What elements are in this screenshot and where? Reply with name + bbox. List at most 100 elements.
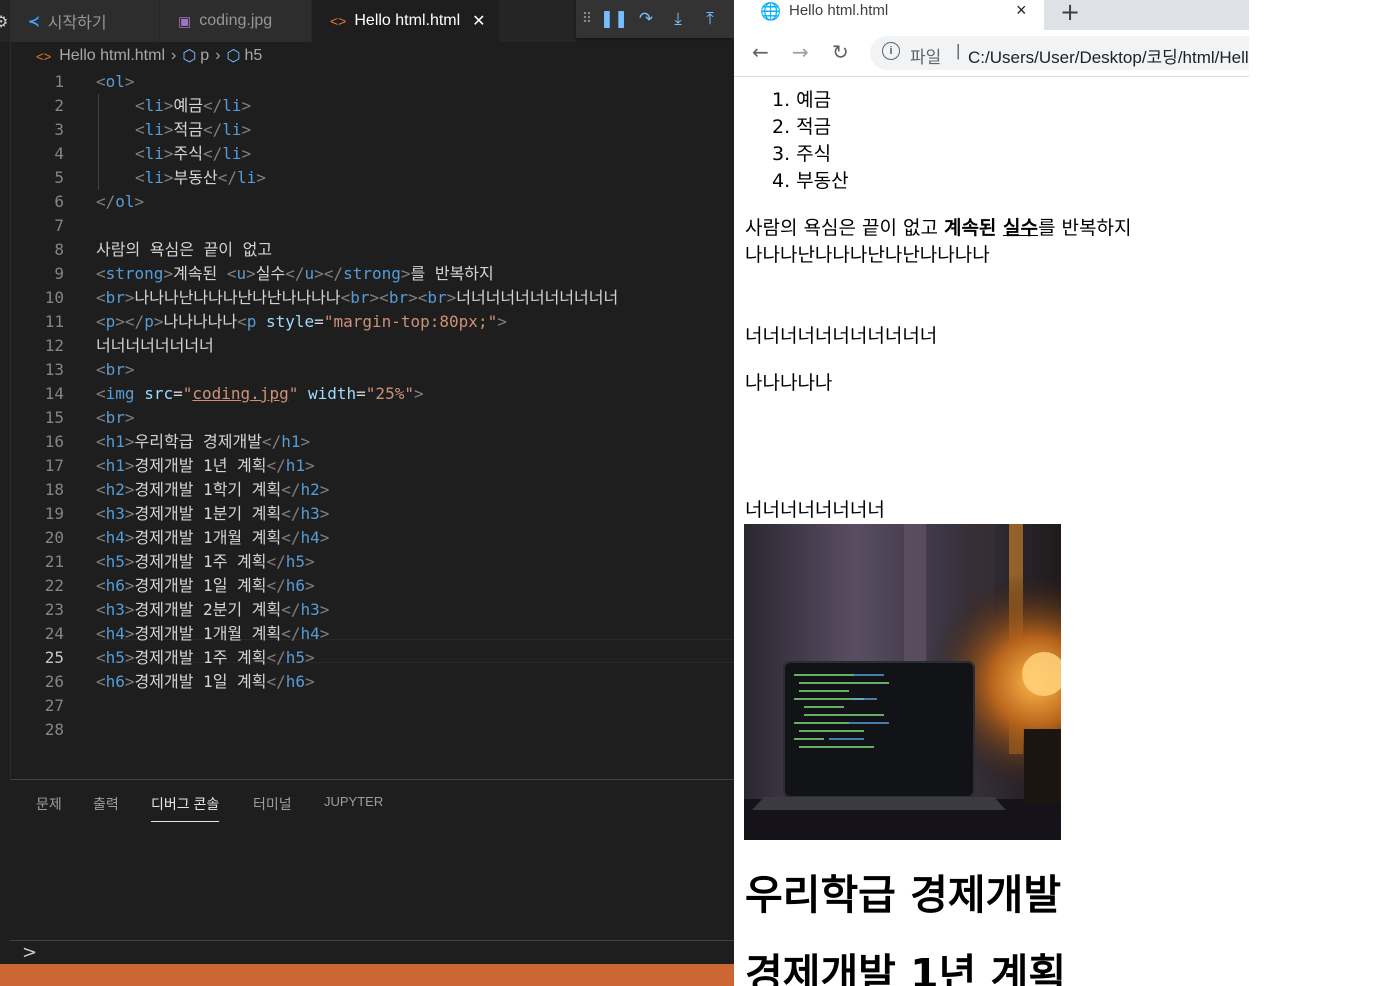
browser-tab-strip: 🌐 Hello html.html × + — [734, 0, 1249, 30]
code-line[interactable]: <h3>경제개발 1분기 계획</h3> — [96, 502, 329, 526]
browser-tab[interactable]: 🌐 Hello html.html × — [734, 0, 1044, 30]
breadcrumb-item[interactable]: p — [200, 47, 209, 65]
debug-toolbar: ⠿ ❚❚ ↷ ⤓ ⤒ — [576, 0, 734, 38]
tab-label: Hello html.html — [354, 12, 461, 29]
line-number: 5 — [54, 168, 64, 187]
code-line[interactable]: 너너너너너너너너 — [96, 334, 214, 358]
laptop-photo-illustration — [744, 524, 1061, 840]
panel-tab-jupyter[interactable]: JUPYTER — [324, 794, 383, 809]
line-number: 8 — [54, 240, 64, 259]
text-line: 나나나나나 — [745, 372, 833, 394]
heading-1: 경제개발 1년 계획 — [745, 950, 1067, 986]
text-line: 나나나난나나나난나난나나나나 — [745, 244, 990, 266]
vscode-window: ⚙ ≺ 시작하기 ▣ coding.jpg <> Hello html.html… — [0, 0, 734, 986]
code-line[interactable]: <h1>우리학급 경제개발</h1> — [96, 430, 310, 454]
code-line[interactable]: <h1>경제개발 1년 계획</h1> — [96, 454, 315, 478]
breadcrumb: <> Hello html.html › ⬡ p › ⬡ h5 — [0, 42, 734, 70]
prompt-chevron-icon: > — [22, 942, 38, 963]
line-number: 14 — [44, 384, 64, 403]
tab-welcome[interactable]: ≺ 시작하기 — [10, 0, 160, 42]
html-file-icon: <> — [330, 13, 347, 29]
browser-toolbar: ← → ↻ i 파일 | C:/Users/User/Desktop/코딩/ht… — [734, 30, 1249, 77]
line-number: 27 — [44, 696, 64, 715]
url-text[interactable]: C:/Users/User/Desktop/코딩/html/Hello html… — [968, 43, 1249, 68]
sentence-paragraph: 사람의 욕심은 끝이 없고 계속된 실수를 반복하지 — [745, 217, 1132, 239]
code-line[interactable]: 사람의 욕심은 끝이 없고 — [96, 238, 272, 262]
code-line[interactable]: <p></p>나나나나나<p style="margin-top:80px;"> — [96, 310, 507, 334]
line-number: 21 — [44, 552, 64, 571]
new-tab-icon[interactable]: + — [1060, 0, 1080, 26]
code-line[interactable]: <strong>계속된 <u>실수</u></strong>를 반복하지 — [96, 262, 494, 286]
code-line[interactable]: <br> — [96, 358, 135, 382]
image-file-icon: ▣ — [178, 12, 192, 29]
breadcrumb-file[interactable]: Hello html.html — [59, 47, 165, 65]
line-number: 16 — [44, 432, 64, 451]
line-number: 7 — [54, 216, 64, 235]
code-line[interactable]: <h3>경제개발 2분기 계획</h3> — [96, 598, 329, 622]
list-item: 4. 부동산 — [772, 170, 849, 192]
code-line[interactable]: <ol> — [96, 70, 135, 94]
step-into-icon[interactable]: ⤓ — [662, 9, 694, 29]
code-line[interactable]: <h5>경제개발 1주 계획</h5> — [96, 550, 315, 574]
tab-coding-jpg[interactable]: ▣ coding.jpg — [160, 0, 312, 42]
panel-tab-output[interactable]: 출력 — [93, 794, 119, 814]
code-line[interactable]: <h4>경제개발 1개월 계획</h4> — [96, 526, 329, 550]
code-line[interactable]: <br>나나나난나나나난나난나나나나<br><br><br>너너너너너너너너너너… — [96, 286, 618, 310]
list-item: 1. 예금 — [772, 89, 832, 111]
tab-label: 시작하기 — [47, 15, 107, 32]
debug-console-input[interactable]: > — [10, 940, 734, 965]
panel-tab-problems[interactable]: 문제 — [36, 794, 62, 814]
code-line[interactable]: <h6>경제개발 1일 계획</h6> — [96, 670, 315, 694]
code-line[interactable]: <img src="coding.jpg" width="25%"> — [96, 382, 424, 406]
globe-icon: 🌐 — [760, 2, 782, 21]
chevron-right-icon: › — [171, 47, 177, 64]
code-editor[interactable]: 1 <ol> 2 <li>예금</li> 3 <li>적금</li> 4 <li>주식<… — [0, 70, 734, 780]
code-line[interactable]: <h4>경제개발 1개월 계획</h4> — [96, 622, 329, 646]
gear-icon[interactable]: ⚙ — [0, 12, 8, 31]
list-item: 2. 적금 — [772, 116, 832, 138]
tab-hello-html[interactable]: <> Hello html.html ✕ — [312, 0, 500, 42]
code-line-current[interactable]: <h5>경제개발 1주 계획</h5> — [96, 646, 315, 670]
breadcrumb-item[interactable]: h5 — [245, 47, 263, 65]
code-line[interactable]: <li>예금</li> — [135, 94, 251, 118]
symbol-cube-icon: ⬡ — [182, 48, 197, 65]
step-over-icon[interactable]: ↷ — [630, 9, 662, 29]
code-line[interactable]: <li>적금</li> — [135, 118, 251, 142]
code-line[interactable]: <h6>경제개발 1일 계획</h6> — [96, 574, 315, 598]
line-number: 19 — [44, 504, 64, 523]
pause-icon[interactable]: ❚❚ — [598, 9, 630, 29]
code-line[interactable]: <li>주식</li> — [135, 142, 251, 166]
list-item: 3. 주식 — [772, 143, 832, 165]
scheme-label: 파일 — [910, 48, 942, 67]
close-icon[interactable]: × — [1016, 0, 1027, 21]
line-number: 20 — [44, 528, 64, 547]
browser-tab-title: Hello html.html — [789, 2, 889, 19]
reload-icon[interactable]: ↻ — [832, 40, 849, 64]
bottom-panel: 문제 출력 디버그 콘솔 터미널 JUPYTER — [10, 779, 734, 965]
browser-window: 🌐 Hello html.html × + ← → ↻ i 파일 | C:/Us… — [734, 0, 1249, 986]
step-out-icon[interactable]: ⤒ — [694, 9, 726, 29]
line-number: 15 — [44, 408, 64, 427]
code-line[interactable]: </ol> — [96, 190, 144, 214]
code-line[interactable]: <h2>경제개발 1학기 계획</h2> — [96, 478, 329, 502]
drag-handle-icon[interactable]: ⠿ — [576, 11, 598, 27]
info-icon[interactable]: i — [882, 42, 900, 60]
line-number: 6 — [54, 192, 64, 211]
tab-label: coding.jpg — [199, 12, 273, 29]
code-line[interactable]: <li>부동산</li> — [135, 166, 266, 190]
line-number: 23 — [44, 600, 64, 619]
vscode-logo-icon: ≺ — [28, 12, 40, 29]
line-number: 10 — [44, 288, 64, 307]
chevron-right-icon: › — [215, 47, 221, 64]
close-icon[interactable]: ✕ — [472, 11, 485, 31]
back-arrow-icon[interactable]: ← — [752, 40, 769, 64]
line-number: 18 — [44, 480, 64, 499]
text-line: 너너너너너너너너너너너 — [745, 325, 938, 347]
forward-arrow-icon[interactable]: → — [792, 40, 809, 64]
panel-tab-terminal[interactable]: 터미널 — [253, 794, 292, 814]
line-number: 11 — [44, 312, 64, 331]
panel-tab-debug-console[interactable]: 디버그 콘솔 — [151, 794, 220, 822]
address-bar[interactable]: i 파일 | C:/Users/User/Desktop/코딩/html/Hel… — [870, 36, 1249, 70]
html-file-icon: <> — [36, 48, 52, 64]
code-line[interactable]: <br> — [96, 406, 135, 430]
